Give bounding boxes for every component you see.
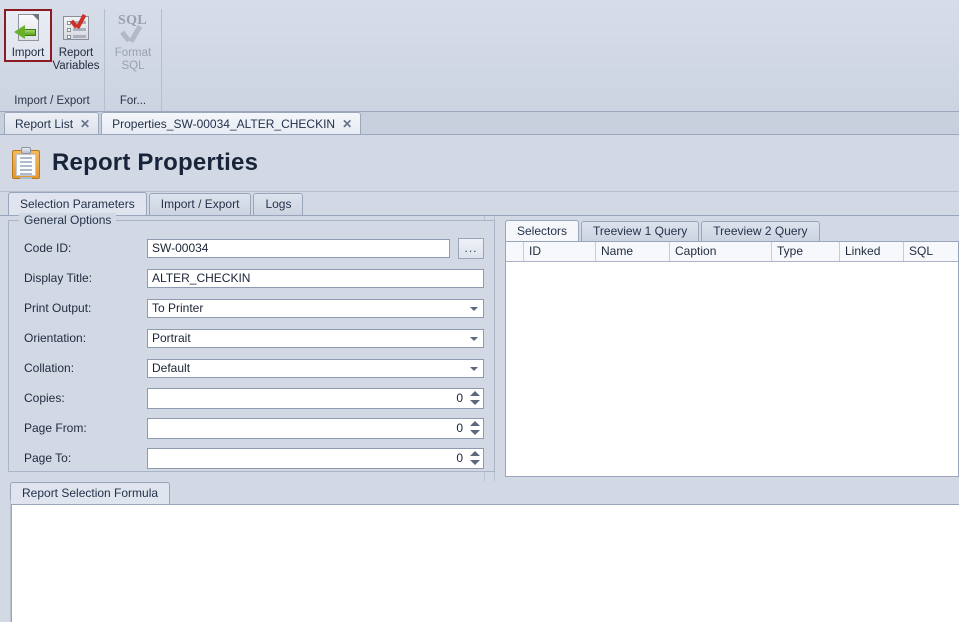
selectors-grid-body[interactable] (506, 262, 958, 476)
ribbon-group-format: SQL Format SQL For... (105, 9, 162, 111)
copies-label: Copies: (24, 391, 65, 405)
code-id-browse-button[interactable]: ... (458, 237, 484, 259)
selectors-grid: ID Name Caption Type Linked SQL (505, 241, 959, 477)
tab-treeview-2-query[interactable]: Treeview 2 Query (701, 221, 820, 241)
column-header-type[interactable]: Type (772, 242, 840, 261)
document-tab-report-list[interactable]: Report List ✕ (4, 112, 100, 134)
field-row-copies: Copies: 0 (19, 383, 484, 413)
close-icon[interactable]: ✕ (342, 118, 352, 130)
format-sql-button-label-line1: Format (114, 47, 152, 59)
document-tab-properties[interactable]: Properties_SW-00034_ALTER_CHECKIN ✕ (101, 112, 362, 134)
chevron-down-icon[interactable] (470, 366, 478, 371)
field-row-page-to: Page To: 0 (19, 443, 484, 473)
column-header-name[interactable]: Name (596, 242, 670, 261)
document-tab-label: Report List (15, 116, 74, 131)
general-options-groupbox: General Options Code ID: SW-00034 ... Di… (8, 213, 495, 473)
ribbon-group-import-export: Import Report Variables Import / Export (0, 9, 105, 111)
page-to-label: Page To: (24, 451, 72, 465)
ribbon-toolbar: Import Report Variables Import / Export … (0, 0, 959, 112)
selectors-pane: Selectors Treeview 1 Query Treeview 2 Qu… (495, 216, 959, 481)
page-title: Report Properties (52, 149, 259, 176)
report-variables-button-label-line1: Report (58, 47, 94, 59)
tab-treeview-1-query[interactable]: Treeview 1 Query (581, 221, 700, 241)
field-row-code-id: Code ID: SW-00034 ... (19, 233, 484, 263)
clipboard-icon (12, 147, 40, 179)
close-icon[interactable]: ✕ (80, 118, 90, 130)
tab-selection-parameters[interactable]: Selection Parameters (8, 192, 147, 215)
report-variables-button[interactable]: Report Variables (52, 9, 100, 74)
chevron-down-icon[interactable] (470, 336, 478, 341)
middle-split-area: General Options Code ID: SW-00034 ... Di… (0, 213, 959, 481)
report-selection-formula-editor[interactable] (11, 504, 959, 622)
application-window: Import Report Variables Import / Export … (0, 0, 959, 622)
orientation-select[interactable]: Portrait (147, 328, 484, 348)
spinner-arrows-icon[interactable] (468, 420, 481, 437)
selectors-grid-header: ID Name Caption Type Linked SQL (506, 242, 958, 262)
field-row-display-title: Display Title: ALTER_CHECKIN (19, 263, 484, 293)
copies-stepper[interactable]: 0 (147, 387, 484, 409)
code-id-input[interactable]: SW-00034 (147, 238, 450, 258)
format-sql-button-label-line2: SQL (121, 59, 145, 72)
tab-selectors[interactable]: Selectors (505, 220, 580, 241)
bottom-tab-bar: Report Selection Formula (0, 481, 959, 504)
spinner-arrows-icon[interactable] (468, 450, 481, 467)
ribbon-group-format-title: For... (119, 95, 147, 107)
orientation-label: Orientation: (24, 331, 87, 345)
report-variables-button-label-line2: Variables (52, 59, 100, 72)
page-header: Report Properties (0, 135, 959, 192)
import-button[interactable]: Import (4, 9, 52, 62)
document-tab-bar: Report List ✕ Properties_SW-00034_ALTER_… (0, 112, 959, 135)
field-row-print-output: Print Output: To Printer (19, 293, 484, 323)
general-options-pane: General Options Code ID: SW-00034 ... Di… (0, 213, 495, 481)
field-row-orientation: Orientation: Portrait (19, 323, 484, 353)
collation-value: Default (152, 361, 191, 375)
code-id-label: Code ID: (24, 241, 72, 255)
ribbon-group-import-export-title: Import / Export (14, 95, 90, 107)
orientation-value: Portrait (152, 331, 191, 345)
collation-select[interactable]: Default (147, 358, 484, 378)
right-panel-tab-bar: Selectors Treeview 1 Query Treeview 2 Qu… (499, 220, 959, 241)
print-output-value: To Printer (152, 301, 204, 315)
spinner-arrows-icon[interactable] (468, 390, 481, 407)
display-title-input[interactable]: ALTER_CHECKIN (147, 268, 484, 288)
page-to-stepper[interactable]: 0 (147, 447, 484, 469)
import-page-arrow-icon (12, 13, 44, 45)
column-header-id[interactable]: ID (524, 242, 596, 261)
import-button-label: Import (11, 47, 45, 59)
collation-label: Collation: (24, 361, 75, 375)
column-header-caption[interactable]: Caption (670, 242, 772, 261)
column-header-sql[interactable]: SQL (904, 242, 958, 261)
report-variables-checklist-icon (60, 13, 92, 45)
field-row-collation: Collation: Default (19, 353, 484, 383)
tab-report-selection-formula[interactable]: Report Selection Formula (10, 482, 171, 504)
general-options-legend: General Options (19, 213, 117, 227)
page-from-label: Page From: (24, 421, 87, 435)
tab-import-export[interactable]: Import / Export (148, 193, 252, 215)
ribbon-group-items: SQL Format SQL (105, 9, 161, 92)
chevron-down-icon[interactable] (470, 306, 478, 311)
format-sql-button[interactable]: SQL Format SQL (109, 9, 157, 74)
column-header-linked[interactable]: Linked (840, 242, 904, 261)
bottom-left-edge (0, 500, 11, 622)
print-output-select[interactable]: To Printer (147, 298, 484, 318)
tab-logs[interactable]: Logs (253, 193, 304, 215)
field-row-page-from: Page From: 0 (19, 413, 484, 443)
column-header-rowselector[interactable] (506, 242, 524, 261)
document-tab-label: Properties_SW-00034_ALTER_CHECKIN (112, 116, 336, 131)
bottom-panel: Report Selection Formula (0, 481, 959, 622)
print-output-label: Print Output: (24, 301, 92, 315)
sub-tab-bar: Selection Parameters Import / Export Log… (0, 192, 959, 215)
ribbon-groups: Import Report Variables Import / Export … (0, 9, 959, 111)
page-from-stepper[interactable]: 0 (147, 417, 484, 439)
display-title-label: Display Title: (24, 271, 93, 285)
ribbon-group-items: Import Report Variables (0, 9, 104, 92)
format-sql-check-icon: SQL (117, 13, 149, 45)
ribbon-empty-area (162, 9, 959, 111)
